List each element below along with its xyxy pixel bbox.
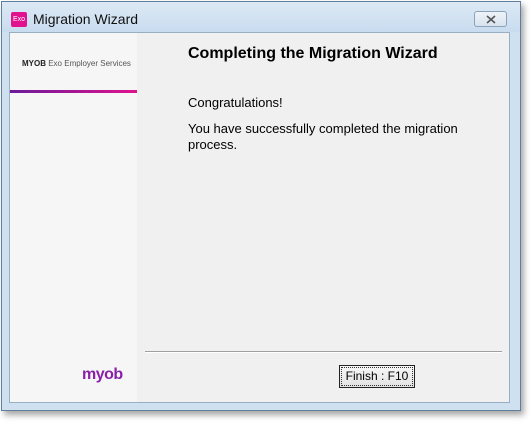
button-separator <box>145 351 502 353</box>
migration-wizard-window: Exo Migration Wizard MYOB Exo Employer S… <box>1 1 521 411</box>
window-title: Migration Wizard <box>33 11 139 27</box>
brand-text: MYOB Exo Employer Services <box>22 59 131 68</box>
finish-button-label: Finish : F10 <box>341 367 413 386</box>
brand-bold: MYOB <box>22 59 46 68</box>
wizard-client-area: MYOB Exo Employer Services myob Completi… <box>9 32 510 403</box>
finish-button[interactable]: Finish : F10 <box>339 365 415 388</box>
brand-accent-bar <box>10 90 137 93</box>
close-button[interactable] <box>474 11 507 27</box>
completion-message: You have successfully completed the migr… <box>188 121 458 152</box>
myob-logo: myob <box>82 366 123 383</box>
brand-side-panel: MYOB Exo Employer Services myob <box>10 33 137 402</box>
app-icon-label: Exo <box>12 16 26 23</box>
exo-app-icon: Exo <box>11 12 27 27</box>
close-icon <box>486 15 496 24</box>
title-bar[interactable]: Exo Migration Wizard <box>2 2 520 32</box>
page-title: Completing the Migration Wizard <box>188 45 438 62</box>
brand-rest: Exo Employer Services <box>46 59 131 68</box>
congratulations-text: Congratulations! <box>188 95 283 110</box>
